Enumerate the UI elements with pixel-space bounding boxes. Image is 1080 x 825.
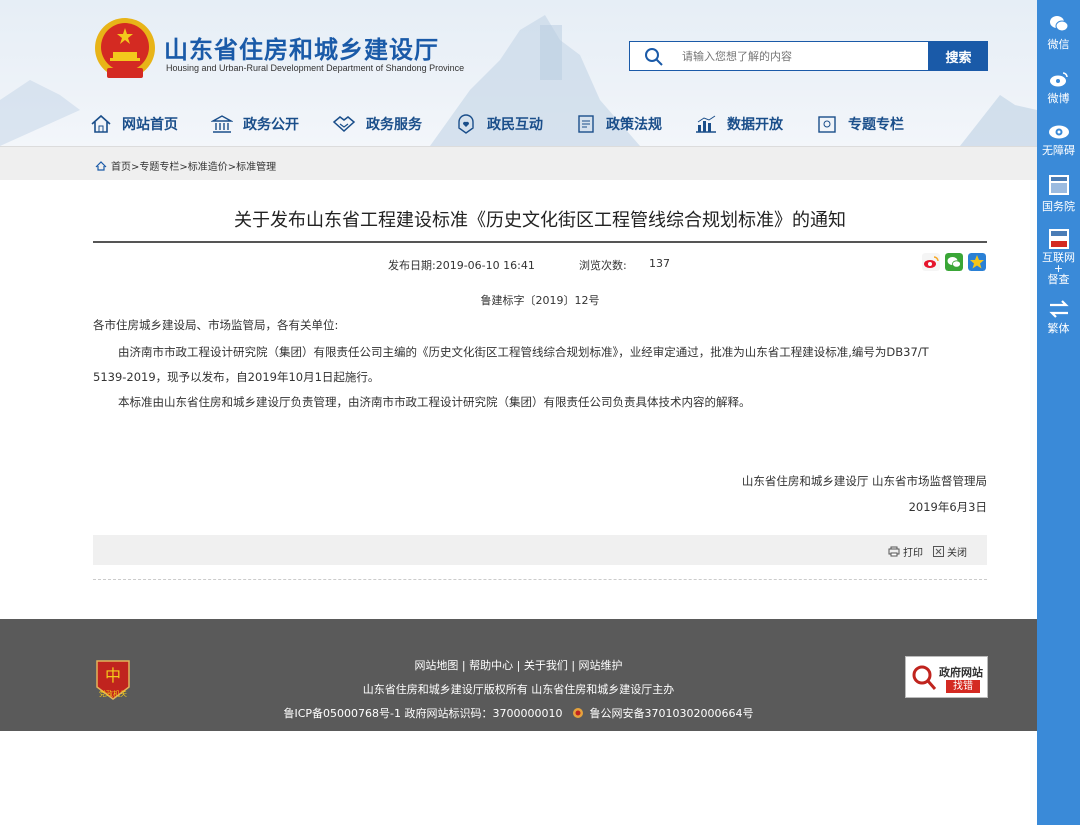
footer-links[interactable]: 网站地图 | 帮助中心 | 关于我们 | 网站维护 bbox=[0, 657, 1037, 673]
site-footer: 中 党政机关 网站地图 | 帮助中心 | 关于我们 | 网站维护 山东省住房和城… bbox=[0, 619, 1037, 731]
site-subtitle: Housing and Urban-Rural Development Depa… bbox=[166, 63, 465, 73]
sidebar-item-internet-inspection[interactable]: 互联网 + 督查 bbox=[1037, 228, 1080, 285]
sidebar-label: 国务院 bbox=[1042, 200, 1075, 213]
body-paragraph-1-line-2: 5139-2019，现予以发布，自2019年10月1日起施行。 bbox=[93, 370, 380, 384]
sidebar-label: 微信 bbox=[1047, 38, 1070, 51]
sidebar-item-traditional-chinese[interactable]: 繁体 bbox=[1037, 300, 1080, 336]
sidebar-label: 微博 bbox=[1047, 92, 1070, 105]
nav-label: 政策法规 bbox=[606, 117, 662, 133]
people-heart-icon bbox=[458, 114, 474, 134]
body-paragraph-1-line-1: 由济南市市政工程设计研究院（集团）有限责任公司主编的《历史文化街区工程管线综合规… bbox=[118, 345, 929, 359]
sidebar-item-wechat[interactable]: 微信 bbox=[1037, 14, 1080, 52]
government-building-icon bbox=[211, 115, 233, 133]
nav-item-government-affairs[interactable]: 政务公开 bbox=[211, 110, 299, 138]
folder-icon bbox=[818, 116, 836, 133]
site-header: 山东省住房和城乡建设厅 Housing and Urban-Rural Deve… bbox=[0, 0, 1080, 146]
eye-icon bbox=[1048, 125, 1069, 139]
police-badge-icon bbox=[573, 708, 583, 718]
search-icon bbox=[645, 48, 663, 66]
footer-registration: 鲁ICP备05000768号-1 政府网站标识码：3700000010 鲁公网安… bbox=[0, 705, 1037, 721]
close-button[interactable]: 关闭 bbox=[933, 544, 967, 559]
sidebar-label: 无障碍 bbox=[1042, 144, 1075, 157]
qzone-share-icon[interactable] bbox=[968, 253, 986, 271]
nav-item-open-data[interactable]: 数据开放 bbox=[695, 110, 783, 138]
nav-label: 政民互动 bbox=[487, 117, 543, 133]
search-box bbox=[629, 41, 929, 71]
article-bottom-divider bbox=[93, 579, 987, 580]
sidebar-item-accessibility[interactable]: 无障碍 bbox=[1037, 124, 1080, 158]
printer-icon bbox=[888, 546, 900, 557]
site-title[interactable]: 山东省住房和城乡建设厅 bbox=[164, 30, 439, 65]
nav-label: 网站首页 bbox=[122, 117, 178, 133]
search-input[interactable] bbox=[682, 46, 917, 66]
sidebar-item-weibo[interactable]: 微博 bbox=[1037, 70, 1080, 106]
nav-label: 政务公开 bbox=[243, 117, 299, 133]
article-title: 关于发布山东省工程建设标准《历史文化街区工程管线综合规划标准》的通知 bbox=[234, 210, 846, 231]
document-number: 鲁建标字〔2019〕12号 bbox=[480, 294, 600, 307]
sidebar-item-state-council[interactable]: 国务院 bbox=[1037, 174, 1080, 214]
nav-item-services[interactable]: 政务服务 bbox=[332, 110, 422, 138]
sign-date: 2019年6月3日 bbox=[908, 500, 987, 514]
gov-site-error-report[interactable]: 政府网站 找错 bbox=[905, 656, 988, 698]
home-icon bbox=[95, 160, 107, 171]
right-sidebar: 微信 微博 无障碍 国务院 互联网 + 督查 繁体 bbox=[1037, 0, 1080, 825]
wechat-share-icon[interactable] bbox=[945, 253, 963, 271]
police-record[interactable]: 鲁公网安备37010302000664号 bbox=[590, 707, 754, 720]
views-label: 浏览次数: bbox=[579, 259, 627, 272]
title-divider bbox=[93, 241, 987, 243]
switch-arrows-icon bbox=[1048, 300, 1069, 318]
nav-label: 数据开放 bbox=[727, 117, 783, 133]
bar-chart-icon bbox=[696, 115, 716, 133]
salutation: 各市住房城乡建设局、市场监管局，各有关单位: bbox=[93, 318, 339, 332]
error-report-title: 政府网站 bbox=[939, 666, 983, 679]
handshake-icon bbox=[332, 116, 356, 133]
national-emblem-logo bbox=[95, 18, 155, 78]
magnifier-icon bbox=[912, 665, 937, 690]
nav-item-interaction[interactable]: 政民互动 bbox=[455, 110, 543, 138]
close-icon bbox=[933, 546, 944, 557]
article-toolbar: 打印 关闭 bbox=[93, 535, 987, 565]
nav-item-special-topics[interactable]: 专题专栏 bbox=[816, 110, 904, 138]
print-button[interactable]: 打印 bbox=[888, 544, 923, 559]
wechat-icon bbox=[1049, 16, 1068, 32]
publish-date: 发布日期:2019-06-10 16:41 bbox=[388, 259, 535, 272]
weibo-icon bbox=[1049, 72, 1068, 87]
breadcrumb[interactable]: 首页>专题专栏>标准造价>标准管理 bbox=[95, 158, 276, 173]
footer-copyright: 山东省住房和城乡建设厅版权所有 山东省住房和城乡建设厅主办 bbox=[362, 683, 675, 696]
weibo-share-icon[interactable] bbox=[922, 253, 940, 271]
search-button[interactable]: 搜索 bbox=[929, 41, 988, 71]
nav-label: 政务服务 bbox=[366, 117, 422, 133]
main-nav: 网站首页 政务公开 政务服务 政民互动 政策法规 数据开放 专题专栏 bbox=[90, 110, 937, 138]
signature: 山东省住房和城乡建设厅 山东省市场监督管理局 bbox=[741, 474, 987, 488]
nav-label: 专题专栏 bbox=[848, 117, 904, 133]
document-icon bbox=[578, 115, 594, 133]
state-council-icon bbox=[1048, 175, 1069, 195]
icp-number[interactable]: 鲁ICP备05000768号-1 政府网站标识码：3700000010 bbox=[284, 707, 563, 720]
print-label: 打印 bbox=[903, 548, 923, 559]
error-report-label: 找错 bbox=[946, 680, 980, 693]
views-count: 137 bbox=[649, 257, 670, 270]
body-paragraph-2: 本标准由山东省住房和城乡建设厅负责管理，由济南市市政工程设计研究院（集团）有限责… bbox=[118, 395, 751, 409]
nav-item-home[interactable]: 网站首页 bbox=[90, 110, 178, 138]
internet-inspection-icon bbox=[1048, 229, 1069, 249]
close-label: 关闭 bbox=[947, 548, 967, 559]
nav-item-policies[interactable]: 政策法规 bbox=[576, 110, 662, 138]
breadcrumb-text[interactable]: 首页>专题专栏>标准造价>标准管理 bbox=[111, 158, 276, 173]
breadcrumb-bar: 首页>专题专栏>标准造价>标准管理 bbox=[0, 146, 1037, 180]
sidebar-label-2: 督查 bbox=[1047, 273, 1070, 286]
home-icon bbox=[91, 114, 111, 133]
sidebar-label: 繁体 bbox=[1047, 322, 1070, 335]
